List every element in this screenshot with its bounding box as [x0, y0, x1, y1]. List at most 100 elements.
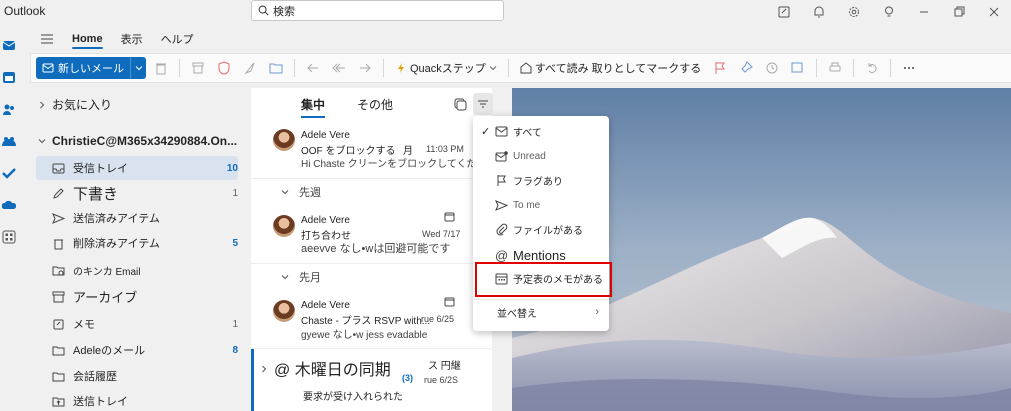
thread-count: (3)	[402, 373, 413, 383]
unread-count: 8	[232, 344, 238, 356]
list-item-selected[interactable]: @ 木曜日の同期 ス 円継 (3) rue 6/2S 要求が受け入れられた	[251, 349, 492, 411]
toolbar-divider	[383, 59, 384, 77]
filter-option-all[interactable]: ✓ すべて	[473, 119, 609, 143]
select-icon[interactable]	[453, 97, 467, 111]
message-preview: Hi Chaste クリーンをブロックしてください	[301, 159, 491, 170]
favorites-label: お気に入り	[52, 98, 113, 112]
toolbar-divider	[507, 59, 509, 77]
toolbar-divider	[816, 59, 818, 77]
chevron-right-icon	[262, 365, 267, 373]
tab-help[interactable]: ヘルプ	[161, 27, 194, 51]
filter-option-label: すべて	[513, 127, 542, 139]
sweep-button[interactable]	[239, 57, 261, 79]
folder-label: のキンカ Email	[73, 266, 141, 278]
delete-button[interactable]	[150, 57, 172, 79]
quick-steps-button[interactable]: Quackステップ	[391, 60, 501, 76]
calendar-icon	[444, 212, 455, 222]
folder-conversation-history[interactable]: 会話履歴	[36, 364, 238, 388]
flag-button[interactable]	[709, 57, 731, 79]
folder-outbox[interactable]: 送信トレイ	[36, 389, 238, 411]
mail-icon	[495, 126, 508, 136]
tab-focused[interactable]: 集中	[301, 96, 326, 118]
folder-notes[interactable]: メモ 1	[36, 312, 238, 336]
group-header[interactable]: 先月	[251, 264, 492, 290]
at-sign-icon: @	[495, 247, 509, 263]
bell-icon[interactable]	[801, 0, 836, 24]
broom-icon	[244, 62, 255, 75]
send-icon	[52, 212, 65, 224]
new-mail-dropdown[interactable]	[130, 57, 146, 79]
list-item[interactable]: Adele Vere OOF をブロックする 月 11:03 PM Hi Cha…	[251, 121, 492, 179]
toolbar-divider	[890, 59, 892, 77]
move-button[interactable]	[265, 57, 287, 79]
trash-icon	[156, 63, 166, 75]
mail-compose-icon	[42, 63, 54, 73]
sort-option[interactable]: 並べ替え ›	[473, 300, 609, 324]
reply-button[interactable]	[302, 57, 324, 79]
gear-icon[interactable]	[836, 0, 871, 24]
list-item[interactable]: Adele Vere Chaste - プラス RSVP with... rue…	[251, 291, 492, 349]
message-sender: Adele Vere	[301, 300, 350, 311]
snooze-button[interactable]	[761, 57, 783, 79]
folder-deleted[interactable]: 削除済みアイテム 5	[36, 231, 238, 255]
tab-home[interactable]: Home	[72, 29, 103, 49]
chevron-down-icon	[489, 66, 497, 71]
favorites-section[interactable]: お気に入り	[38, 96, 112, 113]
note-icon	[53, 319, 64, 329]
folder-junk[interactable]: のキンカ Email	[36, 258, 238, 282]
new-mail-label: 新しいメール	[58, 63, 124, 75]
account-label: ChristieC@M365x34290884.On...	[52, 134, 238, 148]
mail-app-icon[interactable]	[2, 38, 16, 52]
more-options-button[interactable]	[898, 57, 920, 79]
todo-app-icon[interactable]	[2, 166, 16, 180]
filter-option-flagged[interactable]: フラグあり	[473, 168, 609, 192]
folder-label: 送信トレイ	[73, 396, 128, 408]
calendar-app-icon[interactable]	[2, 70, 16, 84]
folder-move-icon	[269, 63, 283, 74]
forward-button[interactable]	[354, 57, 376, 79]
mark-all-read-button[interactable]: すべて読み 取りとしてマークする	[516, 60, 706, 76]
folder-archive[interactable]: アーカイブ	[36, 284, 238, 308]
pin-button[interactable]	[735, 57, 757, 79]
app-title: Outlook	[4, 4, 46, 18]
filter-option-to-me[interactable]: To me	[473, 193, 609, 217]
lightbulb-icon[interactable]	[871, 0, 906, 24]
restore-icon[interactable]	[941, 0, 976, 24]
reply-all-button[interactable]	[328, 57, 350, 79]
rules-button[interactable]	[787, 57, 809, 79]
unread-count: 5	[232, 237, 238, 249]
new-mail-button[interactable]: 新しいメール	[36, 57, 130, 79]
groups-app-icon[interactable]	[2, 134, 16, 148]
more-apps-icon[interactable]	[2, 230, 16, 244]
tab-other[interactable]: その他	[357, 96, 393, 113]
item-count: 1	[232, 318, 238, 330]
list-item[interactable]: Adele Vere 打ち合わせ Wed 7/17 aeevve なし•wは回避…	[251, 206, 492, 264]
folder-pane: お気に入り ChristieC@M365x34290884.On... 受信トレ…	[18, 88, 250, 411]
undo-button[interactable]	[861, 57, 883, 79]
group-header[interactable]: 先週	[251, 179, 492, 205]
filter-option-unread[interactable]: Unread	[473, 144, 609, 168]
archive-button[interactable]	[187, 57, 209, 79]
onedrive-app-icon[interactable]	[2, 198, 16, 212]
close-icon[interactable]	[976, 0, 1011, 24]
tab-view[interactable]: 表示	[121, 27, 143, 51]
search-box[interactable]: 検索	[251, 0, 504, 21]
sort-label: 並べ替え	[497, 308, 537, 320]
search-icon	[258, 5, 269, 16]
minimize-icon[interactable]	[906, 0, 941, 24]
print-button[interactable]	[824, 57, 846, 79]
folder-sent[interactable]: 送信済みアイテム	[36, 206, 238, 230]
message-subject: @ 木曜日の同期	[274, 362, 391, 379]
junk-folder-icon	[52, 266, 65, 275]
notes-icon[interactable]	[766, 0, 801, 24]
folder-drafts[interactable]: 下書き 1	[36, 181, 238, 205]
filter-option-has-files[interactable]: ファイルがある	[473, 217, 609, 241]
folder-icon	[52, 372, 65, 381]
people-app-icon[interactable]	[2, 102, 16, 116]
folder-inbox[interactable]: 受信トレイ 10	[36, 156, 238, 180]
account-section[interactable]: ChristieC@M365x34290884.On...	[38, 134, 237, 148]
filter-button[interactable]	[473, 93, 493, 115]
hamburger-menu-icon[interactable]	[40, 32, 54, 46]
folder-adele-mail[interactable]: Adeleのメール 8	[36, 338, 238, 362]
report-button[interactable]	[213, 57, 235, 79]
